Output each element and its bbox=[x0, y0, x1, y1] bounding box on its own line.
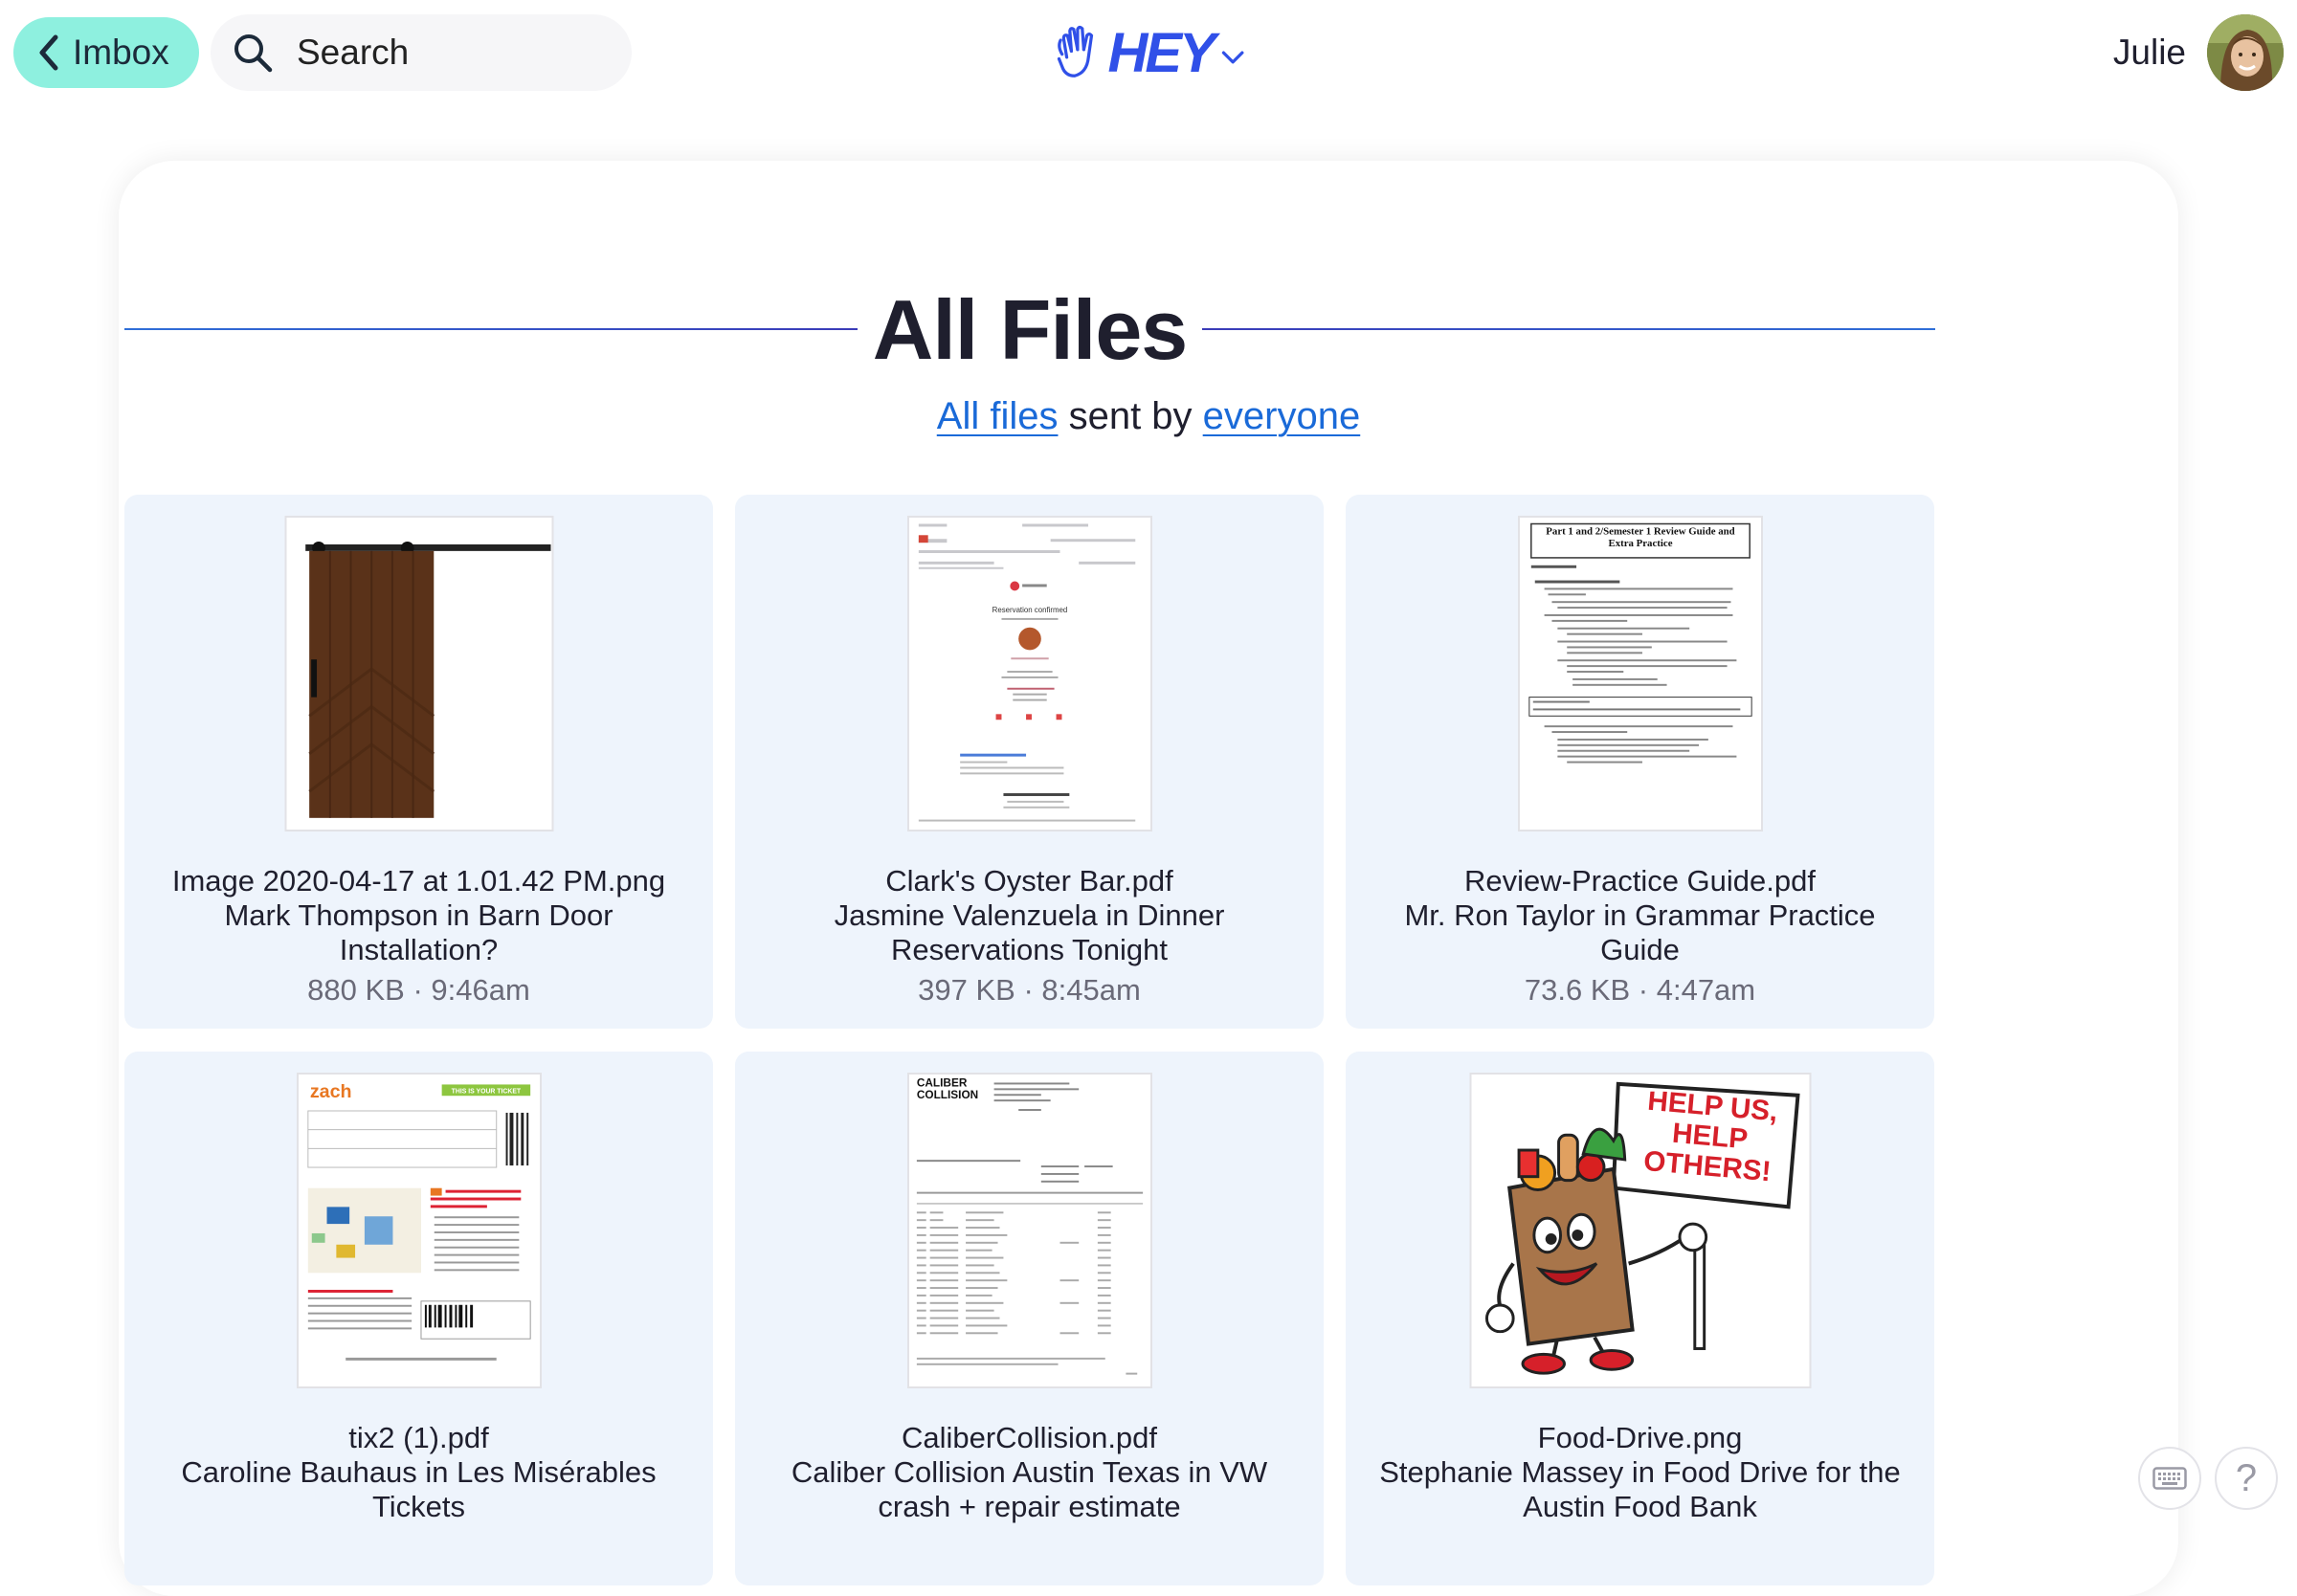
user-menu[interactable]: Julie bbox=[2113, 13, 2284, 92]
logo-wordmark: HEY bbox=[1107, 21, 1215, 84]
top-bar: Imbox HEY Julie bbox=[0, 0, 2297, 110]
guide-title: Part 1 and 2/Semester 1 Review Guide and… bbox=[1545, 525, 1735, 550]
file-name: Food-Drive.png bbox=[1537, 1421, 1743, 1454]
file-thread: Caliber Collision Austin Texas in VW cra… bbox=[791, 1455, 1268, 1523]
search-icon bbox=[234, 34, 273, 73]
estimate-pdf: CALIBER COLLISION bbox=[908, 1075, 1150, 1386]
page-heading: All Files bbox=[124, 287, 1935, 373]
estimate-brand: CALIBER COLLISION bbox=[916, 1076, 978, 1102]
file-thumbnail: HELP US, HELP OTHERS! bbox=[1469, 1073, 1811, 1388]
ticket-pdf: zach THIS IS YOUR TICKET bbox=[298, 1075, 540, 1386]
file-grid: Image 2020-04-17 at 1.01.42 PM.png Mark … bbox=[124, 495, 1935, 1585]
reservation-email-pdf: Reservation confirmed bbox=[908, 518, 1150, 830]
file-thread: Mr. Ron Taylor in Grammar Practice Guide bbox=[1404, 898, 1876, 966]
file-meta: 397 KB · 8:45am bbox=[918, 973, 1141, 1007]
food-drive-image: HELP US, HELP OTHERS! bbox=[1471, 1075, 1809, 1386]
file-card[interactable]: Reservation confirmed Clark's Oyster Bar… bbox=[735, 495, 1324, 1029]
reservation-heading: Reservation confirmed bbox=[992, 606, 1067, 614]
poster-text: HELP US, HELP OTHERS! bbox=[1641, 1091, 1779, 1188]
help-icon: ? bbox=[2235, 1456, 2258, 1499]
file-thumbnail: Reservation confirmed bbox=[906, 516, 1152, 831]
file-card[interactable]: zach THIS IS YOUR TICKET tix2 (1).pdf Ca… bbox=[124, 1052, 713, 1585]
file-meta: 73.6 KB · 4:47am bbox=[1524, 973, 1756, 1007]
files-filter-sentence: All files sent by everyone bbox=[119, 395, 2178, 438]
file-thumbnail: zach THIS IS YOUR TICKET bbox=[296, 1073, 542, 1388]
file-card[interactable]: Image 2020-04-17 at 1.01.42 PM.png Mark … bbox=[124, 495, 713, 1029]
help-button[interactable]: ? bbox=[2215, 1447, 2278, 1510]
file-name: tix2 (1).pdf bbox=[348, 1421, 489, 1454]
heading-rule-right bbox=[1202, 328, 1935, 330]
user-name: Julie bbox=[2112, 33, 2186, 72]
chevron-left-icon bbox=[39, 34, 58, 71]
file-name: Clark's Oyster Bar.pdf bbox=[885, 864, 1173, 898]
file-card[interactable]: CALIBER COLLISION CaliberCollision.pdf C… bbox=[735, 1052, 1324, 1585]
keyboard-icon bbox=[2152, 1467, 2187, 1490]
file-scope-link[interactable]: All files bbox=[937, 395, 1059, 437]
sender-filter-link[interactable]: everyone bbox=[1203, 395, 1361, 437]
ticket-brand: zach bbox=[309, 1081, 351, 1102]
file-meta: 880 KB · 9:46am bbox=[307, 973, 530, 1007]
file-name: Image 2020-04-17 at 1.01.42 PM.png bbox=[171, 864, 666, 898]
back-to-imbox-button[interactable]: Imbox bbox=[13, 17, 199, 88]
file-thread: Caroline Bauhaus in Les Misérables Ticke… bbox=[181, 1455, 657, 1523]
keyboard-shortcuts-button[interactable] bbox=[2138, 1447, 2201, 1510]
file-name: CaliberCollision.pdf bbox=[901, 1421, 1158, 1454]
page-title: All Files bbox=[872, 282, 1188, 377]
file-thumbnail: CALIBER COLLISION bbox=[906, 1073, 1152, 1388]
subtitle-connector: sent by bbox=[1058, 395, 1203, 437]
file-card[interactable]: Part 1 and 2/Semester 1 Review Guide and… bbox=[1346, 495, 1934, 1029]
back-button-label: Imbox bbox=[73, 33, 169, 72]
ticket-banner: THIS IS YOUR TICKET bbox=[451, 1088, 521, 1095]
file-thread: Stephanie Massey in Food Drive for the A… bbox=[1379, 1455, 1901, 1523]
review-guide-pdf: Part 1 and 2/Semester 1 Review Guide and… bbox=[1519, 518, 1761, 830]
search-input[interactable] bbox=[295, 32, 614, 74]
search-field[interactable] bbox=[211, 14, 632, 91]
file-thread: Jasmine Valenzuela in Dinner Reservation… bbox=[834, 898, 1225, 966]
barn-door-image bbox=[286, 518, 551, 830]
chevron-down-icon bbox=[1221, 51, 1244, 64]
file-name: Review-Practice Guide.pdf bbox=[1464, 864, 1816, 898]
file-card[interactable]: HELP US, HELP OTHERS! Food-Drive.png Ste… bbox=[1346, 1052, 1934, 1585]
file-thumbnail bbox=[284, 516, 553, 831]
file-thumbnail: Part 1 and 2/Semester 1 Review Guide and… bbox=[1517, 516, 1763, 831]
hey-logo-menu[interactable]: HEY bbox=[1053, 13, 1244, 92]
waving-hand-icon bbox=[1057, 25, 1094, 78]
avatar-photo bbox=[2207, 14, 2284, 91]
file-thread: Mark Thompson in Barn Door Installation? bbox=[224, 898, 613, 966]
avatar[interactable] bbox=[2207, 14, 2284, 91]
